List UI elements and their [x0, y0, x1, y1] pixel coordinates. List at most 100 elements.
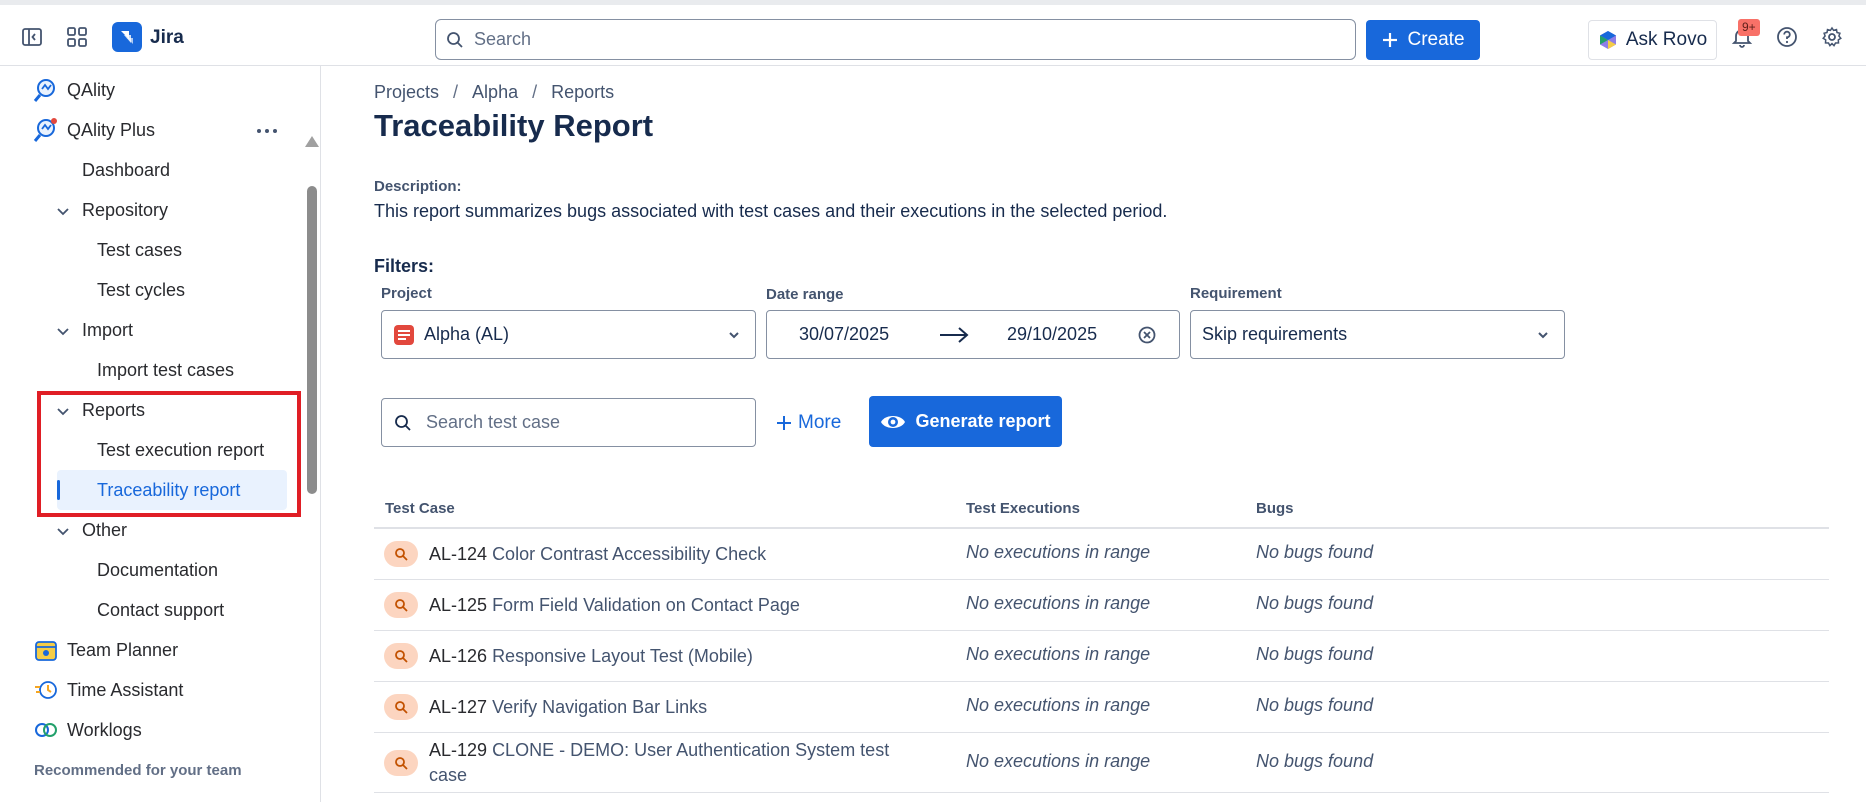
app-switcher-icon[interactable] — [63, 23, 91, 51]
breadcrumb: Projects / Alpha / Reports — [374, 82, 614, 103]
test-executions-cell: No executions in range — [966, 644, 1151, 664]
sidebar-item-test-cases[interactable]: Test cases — [97, 235, 182, 265]
search-test-case-placeholder: Search test case — [426, 412, 561, 432]
sidebar-item-import-test-cases[interactable]: Import test cases — [97, 355, 234, 385]
table-row[interactable]: AL-124 Color Contrast Accessibility Chec… — [374, 529, 1829, 580]
eye-icon — [881, 415, 906, 428]
project-label: Project — [381, 285, 432, 302]
sidebar-app-qality-plus[interactable]: QAlity Plus — [67, 115, 155, 145]
reports-highlight-box — [37, 391, 301, 517]
page-title: Traceability Report — [374, 108, 654, 143]
chevron-down-icon[interactable] — [55, 523, 71, 539]
date-range-start[interactable]: 30/07/2025 — [799, 324, 889, 345]
ask-rovo-button[interactable]: Ask Rovo — [1588, 20, 1717, 60]
more-options-icon[interactable] — [256, 128, 278, 134]
table-row[interactable]: AL-126 Responsive Layout Test (Mobile) N… — [374, 631, 1829, 682]
test-case-title: Responsive Layout Test (Mobile) — [492, 646, 753, 666]
date-range-end[interactable]: 29/10/2025 — [1007, 324, 1097, 345]
sidebar-app-team-planner[interactable]: Team Planner — [67, 635, 178, 665]
create-label: Create — [1407, 29, 1465, 50]
test-executions-cell: No executions in range — [966, 695, 1151, 715]
search-icon — [395, 414, 411, 431]
test-case-title: Form Field Validation on Contact Page — [492, 595, 800, 615]
bugs-cell: No bugs found — [1256, 644, 1374, 664]
requirement-label: Requirement — [1190, 285, 1282, 302]
plus-icon — [777, 416, 791, 430]
sidebar-toggle-icon[interactable] — [18, 23, 46, 51]
clear-icon[interactable] — [1138, 326, 1156, 344]
breadcrumb-reports[interactable]: Reports — [551, 82, 614, 103]
create-button[interactable]: Create — [1366, 20, 1480, 60]
chevron-down-icon[interactable] — [55, 203, 71, 219]
qality-app-icon — [33, 79, 55, 102]
sidebar-app-worklogs[interactable]: Worklogs — [67, 715, 142, 745]
sidebar-item-other[interactable]: Other — [82, 515, 127, 545]
generate-report-button[interactable]: Generate report — [869, 396, 1062, 447]
description-label: Description: — [374, 178, 462, 195]
test-case-type-icon — [384, 592, 418, 618]
breadcrumb-projects[interactable]: Projects — [374, 82, 439, 103]
more-filters-button[interactable]: More — [776, 406, 841, 440]
column-header-test-case[interactable]: Test Case — [385, 500, 455, 517]
test-case-name[interactable]: AL-124 Color Contrast Accessibility Chec… — [429, 542, 929, 567]
search-icon — [447, 31, 463, 48]
sidebar-item-repository[interactable]: Repository — [82, 195, 168, 225]
date-range-picker[interactable]: 30/07/2025 29/10/2025 — [766, 310, 1180, 359]
arrow-right-icon — [940, 327, 969, 343]
filters-label: Filters: — [374, 256, 435, 276]
breadcrumb-alpha[interactable]: Alpha — [472, 82, 518, 103]
team-planner-icon — [35, 641, 57, 661]
chevron-down-icon — [729, 332, 739, 339]
sidebar-app-time-assistant[interactable]: Time Assistant — [67, 675, 183, 705]
jira-logo-icon[interactable] — [112, 22, 142, 52]
column-header-test-executions[interactable]: Test Executions — [966, 500, 1080, 517]
project-select[interactable]: Alpha (AL) — [381, 310, 756, 359]
plus-icon — [1383, 33, 1398, 47]
search-test-case-input[interactable]: Search test case — [381, 398, 756, 447]
description-text: This report summarizes bugs associated w… — [374, 201, 1168, 221]
bugs-cell: No bugs found — [1256, 751, 1374, 771]
scroll-up-arrow-icon[interactable] — [305, 136, 319, 147]
test-case-name[interactable]: AL-129 CLONE - DEMO: User Authentication… — [429, 738, 909, 788]
test-case-name[interactable]: AL-126 Responsive Layout Test (Mobile) — [429, 644, 929, 669]
app-name[interactable]: Jira — [150, 27, 184, 49]
test-case-type-icon — [384, 694, 418, 720]
test-case-key: AL-127 — [429, 697, 488, 717]
sidebar-item-test-cycles[interactable]: Test cycles — [97, 275, 185, 305]
test-case-name[interactable]: AL-127 Verify Navigation Bar Links — [429, 695, 929, 720]
sidebar-item-dashboard[interactable]: Dashboard — [82, 155, 170, 185]
table-row[interactable]: AL-129 CLONE - DEMO: User Authentication… — [374, 733, 1829, 793]
column-header-bugs[interactable]: Bugs — [1256, 500, 1294, 517]
more-label: More — [798, 412, 842, 433]
test-case-key: AL-125 — [429, 595, 488, 615]
help-icon[interactable] — [1773, 23, 1801, 51]
top-navigation-bar: Jira Search Create Ask Rovo 9+ — [0, 0, 1866, 66]
requirement-select-value: Skip requirements — [1202, 324, 1348, 344]
breadcrumb-separator: / — [453, 82, 459, 102]
test-case-key: AL-124 — [429, 544, 488, 564]
qality-plus-app-icon — [33, 118, 57, 142]
settings-gear-icon[interactable] — [1818, 23, 1846, 51]
global-search-input[interactable]: Search — [435, 19, 1356, 60]
test-case-title: Verify Navigation Bar Links — [492, 697, 708, 717]
sidebar-item-import[interactable]: Import — [82, 315, 133, 345]
sidebar-item-contact-support[interactable]: Contact support — [97, 595, 224, 625]
search-placeholder: Search — [474, 29, 532, 49]
time-assistant-icon — [35, 681, 57, 699]
requirement-select[interactable]: Skip requirements — [1190, 310, 1565, 359]
date-range-label: Date range — [766, 286, 844, 303]
bugs-cell: No bugs found — [1256, 593, 1374, 613]
bugs-cell: No bugs found — [1256, 695, 1374, 715]
generate-report-label: Generate report — [915, 411, 1051, 431]
sidebar: QAlity QAlity Plus Dashboard Repository … — [0, 66, 321, 802]
table-row[interactable]: AL-127 Verify Navigation Bar Links No ex… — [374, 682, 1829, 733]
test-case-name[interactable]: AL-125 Form Field Validation on Contact … — [429, 593, 929, 618]
sidebar-scrollbar[interactable] — [307, 186, 317, 494]
sidebar-item-documentation[interactable]: Documentation — [97, 555, 218, 585]
sidebar-app-qality[interactable]: QAlity — [67, 75, 115, 105]
chevron-down-icon[interactable] — [55, 323, 71, 339]
recommended-heading: Recommended for your team — [34, 762, 242, 779]
test-executions-cell: No executions in range — [966, 542, 1151, 562]
test-case-title: Color Contrast Accessibility Check — [492, 544, 767, 564]
table-row[interactable]: AL-125 Form Field Validation on Contact … — [374, 580, 1829, 631]
